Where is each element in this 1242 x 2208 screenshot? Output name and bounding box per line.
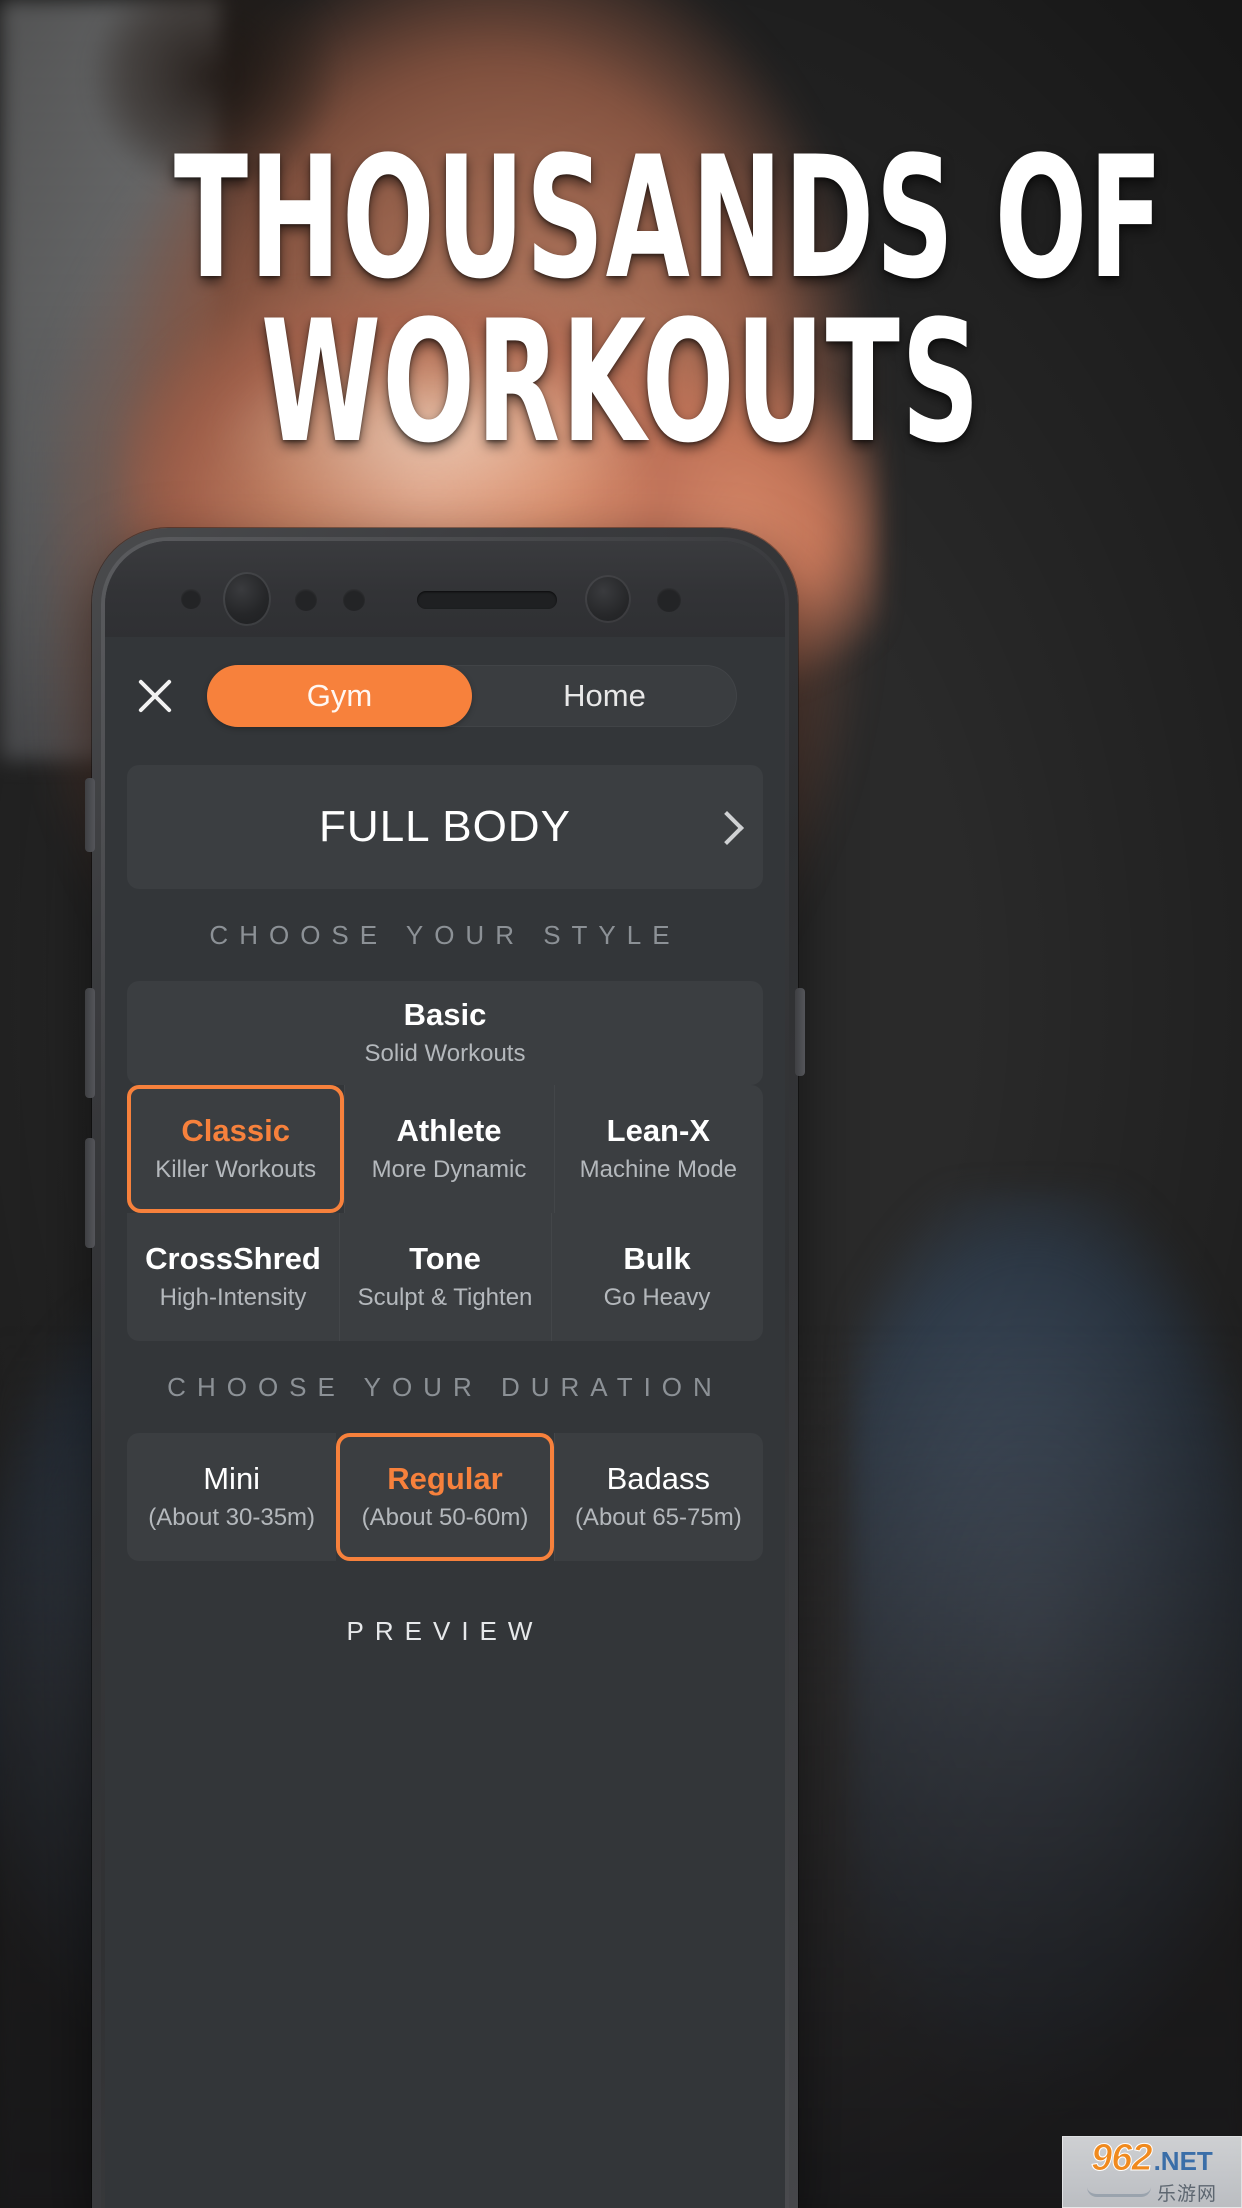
style-option-title: Basic xyxy=(403,997,487,1033)
watermark-brand-row: 962 .NET xyxy=(1091,2136,1213,2179)
watermark-brand: 962 xyxy=(1091,2136,1153,2179)
duration-option-badass[interactable]: Badass (About 65-75m) xyxy=(553,1433,763,1561)
style-option-title: Classic xyxy=(181,1113,290,1149)
style-option-subtitle: Solid Workouts xyxy=(364,1039,526,1067)
headline-line-1: THOUSANDS OF xyxy=(173,120,1165,316)
style-option-crossshred[interactable]: CrossShred High-Intensity xyxy=(127,1213,339,1341)
duration-option-title: Regular xyxy=(387,1461,503,1497)
watermark-chinese-name: 乐游网 xyxy=(1156,2183,1217,2205)
phone-button-bixby[interactable] xyxy=(85,778,95,852)
duration-option-title: Mini xyxy=(203,1461,261,1497)
watermark-swoosh-icon xyxy=(1086,2187,1151,2197)
close-icon[interactable] xyxy=(127,668,183,724)
style-option-subtitle: More Dynamic xyxy=(371,1155,527,1183)
style-option-lean-x[interactable]: Lean-X Machine Mode xyxy=(553,1085,763,1213)
front-camera-icon xyxy=(223,572,271,626)
duration-grid: Mini (About 30-35m) Regular (About 50-60… xyxy=(127,1433,763,1561)
style-option-classic[interactable]: Classic Killer Workouts xyxy=(127,1085,345,1213)
style-option-title: Lean-X xyxy=(606,1113,710,1149)
duration-option-subtitle: (About 65-75m) xyxy=(574,1503,742,1531)
style-section-heading: CHOOSE YOUR STYLE xyxy=(209,919,681,950)
style-option-subtitle: Go Heavy xyxy=(603,1283,711,1311)
light-sensor-icon xyxy=(343,589,365,611)
phone-mockup: Gym Home FULL BODY CHOOSE YOUR STYLE Bas… xyxy=(85,528,805,2208)
style-row-1: Classic Killer Workouts Athlete More Dyn… xyxy=(127,1085,763,1213)
phone-button-volume-up[interactable] xyxy=(85,988,95,1098)
duration-option-subtitle: (About 30-35m) xyxy=(148,1503,316,1531)
earpiece-speaker-icon xyxy=(417,591,557,609)
style-option-tone[interactable]: Tone Sculpt & Tighten xyxy=(339,1213,551,1341)
site-watermark: 962 .NET 乐游网 xyxy=(1062,2136,1242,2208)
watermark-tld: .NET xyxy=(1153,2145,1213,2176)
promo-headline: THOUSANDS OF WORKOUTS xyxy=(0,120,1242,481)
app-screen: Gym Home FULL BODY CHOOSE YOUR STYLE Bas… xyxy=(105,637,785,2208)
chevron-right-icon xyxy=(715,812,733,842)
style-option-title: Athlete xyxy=(396,1113,502,1149)
style-option-athlete[interactable]: Athlete More Dynamic xyxy=(344,1085,554,1213)
style-option-subtitle: Sculpt & Tighten xyxy=(357,1283,533,1311)
duration-section-heading: CHOOSE YOUR DURATION xyxy=(167,1371,723,1402)
style-option-title: Bulk xyxy=(623,1241,691,1277)
style-option-title: CrossShred xyxy=(145,1241,321,1277)
style-option-title: Tone xyxy=(409,1241,481,1277)
style-option-subtitle: Killer Workouts xyxy=(155,1155,317,1183)
style-row-2: CrossShred High-Intensity Tone Sculpt & … xyxy=(127,1213,763,1341)
phone-screen: Gym Home FULL BODY CHOOSE YOUR STYLE Bas… xyxy=(105,541,785,2208)
style-option-bulk[interactable]: Bulk Go Heavy xyxy=(551,1213,763,1341)
duration-option-title: Badass xyxy=(606,1461,711,1497)
duration-option-regular[interactable]: Regular (About 50-60m) xyxy=(336,1433,554,1561)
duration-row: Mini (About 30-35m) Regular (About 50-60… xyxy=(127,1433,763,1561)
style-option-subtitle: High-Intensity xyxy=(159,1283,307,1311)
style-option-subtitle: Machine Mode xyxy=(579,1155,738,1183)
body-part-title: FULL BODY xyxy=(319,802,571,851)
proximity-sensor-icon xyxy=(181,589,201,609)
duration-option-mini[interactable]: Mini (About 30-35m) xyxy=(127,1433,337,1561)
style-row-featured: Basic Solid Workouts xyxy=(127,981,763,1085)
phone-inner-frame: Gym Home FULL BODY CHOOSE YOUR STYLE Bas… xyxy=(101,537,789,2208)
led-indicator-icon xyxy=(657,588,681,612)
mode-toggle-gym[interactable]: Gym xyxy=(207,665,472,727)
iris-camera-icon xyxy=(585,575,631,623)
phone-button-volume-down[interactable] xyxy=(85,1138,95,1248)
mode-toggle[interactable]: Gym Home xyxy=(207,665,737,727)
phone-button-power[interactable] xyxy=(795,988,805,1076)
style-option-basic[interactable]: Basic Solid Workouts xyxy=(127,981,763,1085)
watermark-sub-row: 乐游网 xyxy=(1086,2179,1217,2206)
body-part-selector[interactable]: FULL BODY xyxy=(127,765,763,889)
mode-toggle-home[interactable]: Home xyxy=(472,665,737,727)
headline-line-2: WORKOUTS xyxy=(260,284,982,481)
iris-sensor-icon xyxy=(295,589,317,611)
style-grid: Basic Solid Workouts Classic Killer Work… xyxy=(127,981,763,1341)
phone-top-bezel xyxy=(105,541,785,637)
preview-section-heading: PREVIEW xyxy=(346,1616,544,1646)
app-top-bar: Gym Home xyxy=(105,637,785,755)
duration-option-subtitle: (About 50-60m) xyxy=(361,1503,529,1531)
